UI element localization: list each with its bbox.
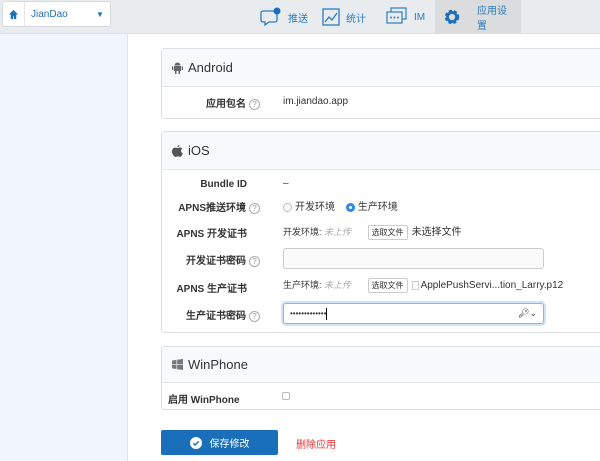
delete-app-link[interactable]: 删除应用	[296, 436, 336, 451]
ios-title: iOS	[188, 143, 210, 158]
package-label: 应用包名?	[206, 95, 260, 110]
help-icon[interactable]: ?	[249, 202, 260, 214]
dev-cert-row: 开发环境: 未上传 选取文件 未选择文件	[283, 223, 462, 241]
prod-cert-status: 未上传	[324, 280, 352, 290]
winphone-title: WinPhone	[188, 357, 248, 372]
android-icon	[172, 62, 183, 74]
prod-pwd-label: 生产证书密码?	[186, 307, 260, 322]
chat-bubble-icon	[260, 7, 281, 27]
nav-label: IM	[414, 11, 426, 23]
gear-icon	[444, 9, 460, 25]
dev-file-name: 未选择文件	[411, 227, 462, 238]
package-value: im.jiandao.app	[283, 96, 349, 107]
help-icon[interactable]: ?	[249, 255, 260, 267]
sidebar	[0, 34, 128, 461]
app-name: JianDao	[31, 8, 68, 20]
enable-winphone-label: 启用 WinPhone	[168, 395, 240, 406]
bundle-id-label: Bundle ID	[200, 179, 247, 190]
app-selector[interactable]: JianDao ▼	[2, 1, 111, 27]
ios-panel: iOS Bundle ID – APNS推送环境? 开发环境 生产环境 APNS…	[161, 131, 600, 333]
nav-stats[interactable]: 统计	[314, 0, 374, 34]
windows-icon	[172, 359, 183, 370]
chart-icon	[322, 8, 340, 26]
home-icon[interactable]	[3, 2, 25, 26]
help-icon[interactable]: ?	[249, 310, 260, 322]
prod-cert-label: APNS 生产证书	[176, 284, 247, 295]
prod-file-name: ApplePushServi...tion_Larry.p12	[420, 280, 564, 291]
help-icon[interactable]: ?	[249, 98, 260, 110]
file-icon	[411, 281, 419, 291]
top-bar: JianDao ▼ 推送 统计 IM 应用设置	[0, 0, 600, 34]
prod-cert-row: 生产环境: 未上传 选取文件 ApplePushServi...tion_Larr…	[283, 278, 564, 294]
nav-app-settings[interactable]: 应用设置	[435, 0, 521, 34]
env-radio-group: 开发环境 生产环境	[283, 198, 398, 213]
nav-im[interactable]: IM	[378, 0, 433, 34]
key-icon[interactable]: 🔑︎⌄	[518, 308, 537, 319]
winphone-panel: WinPhone 启用 WinPhone	[161, 346, 600, 410]
choose-file-button[interactable]: 选取文件	[367, 278, 408, 294]
nav-label: 应用设置	[477, 6, 507, 32]
nav-label: 推送	[288, 13, 308, 25]
radio-prod-env[interactable]: 生产环境	[345, 202, 398, 213]
dev-pwd-label: 开发证书密码?	[186, 252, 260, 267]
android-panel: Android 应用包名? im.jiandao.app	[161, 48, 600, 119]
dev-cert-status: 未上传	[324, 227, 352, 237]
bundle-id-value: –	[283, 178, 289, 189]
android-title: Android	[188, 60, 233, 75]
check-circle-icon	[189, 436, 202, 449]
apns-env-label: APNS推送环境?	[178, 199, 260, 214]
dev-cert-label: APNS 开发证书	[176, 229, 247, 240]
choose-file-button[interactable]: 选取文件	[367, 225, 408, 241]
nav-label: 统计	[346, 13, 366, 25]
nav-push[interactable]: 推送	[252, 0, 316, 34]
enable-winphone-checkbox[interactable]	[282, 392, 290, 400]
prod-password-input[interactable]: ••••••••••••• 🔑︎⌄	[283, 303, 544, 324]
dev-password-input[interactable]	[283, 248, 544, 269]
apple-icon	[172, 144, 183, 157]
chevron-down-icon: ▼	[96, 9, 104, 19]
radio-dev-env[interactable]: 开发环境	[283, 202, 335, 213]
message-icon	[386, 7, 407, 24]
save-button[interactable]: 保存修改	[161, 430, 278, 455]
